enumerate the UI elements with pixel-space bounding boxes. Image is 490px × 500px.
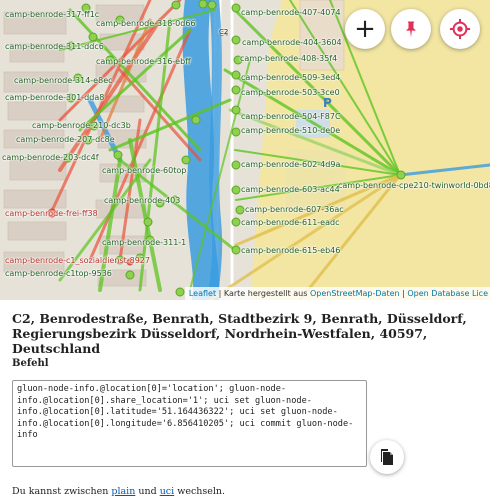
leaflet-link[interactable]: Leaflet xyxy=(189,289,216,298)
map-view[interactable]: C4 P camp-benrode-317-ff1c camp-benrode-… xyxy=(0,0,490,300)
node-label[interactable]: camp-benrode-611-eadc xyxy=(241,218,339,227)
node-label[interactable]: camp-benrode-301-dda8 xyxy=(5,93,104,102)
node-label[interactable]: camp-benrode-316-ebff xyxy=(96,57,191,66)
node-label[interactable]: camp-benrode-203-dc4f xyxy=(2,153,99,162)
uci-link[interactable]: uci xyxy=(160,486,174,497)
node-label[interactable]: camp-benrode-311-1 xyxy=(102,238,186,247)
osm-link[interactable]: OpenStreetMap-Daten xyxy=(310,289,400,298)
plus-icon: + xyxy=(354,14,376,44)
switch-middle: und xyxy=(135,486,160,497)
node-label[interactable]: camp-benrode-60top xyxy=(102,166,186,175)
node-label[interactable]: camp-benrode-c1_sozialdienst-8927 xyxy=(5,256,150,265)
node-label[interactable]: camp-benrode-510-de0e xyxy=(241,126,340,135)
node-label[interactable]: camp-benrode-207-dc8e xyxy=(16,135,115,144)
switch-suffix: wechseln. xyxy=(174,486,226,497)
node-label[interactable]: camp-benrode-404-3604 xyxy=(242,38,342,47)
node-label[interactable]: camp-benrode-403 xyxy=(104,196,180,205)
locate-icon xyxy=(449,18,471,40)
node-label[interactable]: camp-benrode-607-36ac xyxy=(245,205,344,214)
node-label[interactable]: camp-benrode-c1top-9536 xyxy=(5,269,112,278)
node-label[interactable]: camp-benrode-503-3ce0 xyxy=(241,88,340,97)
switch-prefix: Du kannst zwischen xyxy=(12,486,112,497)
node-label[interactable]: camp-benrode-408-35f4 xyxy=(240,54,337,63)
node-label[interactable]: camp-benrode-504-F87C xyxy=(241,112,341,121)
node-label[interactable]: camp-benrode-615-eb46 xyxy=(241,246,340,255)
node-label[interactable]: camp-benrode-210-dc3b xyxy=(32,121,131,130)
node-label[interactable]: camp-benrode-311-ddc6 xyxy=(5,42,104,51)
command-heading: Befehl xyxy=(12,358,49,369)
zoom-in-button[interactable]: + xyxy=(345,9,385,49)
parking-label: P xyxy=(323,96,332,110)
copy-button[interactable] xyxy=(370,440,404,474)
street-label-c2: C2 xyxy=(219,28,229,36)
node-label[interactable]: camp-benrode-602-4d9a xyxy=(241,160,340,169)
pin-button[interactable] xyxy=(391,9,431,49)
node-label[interactable]: camp-benrode-frei-ff38 xyxy=(5,209,98,218)
address-heading: C2, Benrodestraße, Benrath, Stadtbezirk … xyxy=(12,311,467,356)
pin-icon xyxy=(406,21,416,38)
map-attribution: Leaflet | Karte hergestellt aus OpenStre… xyxy=(184,287,490,300)
odbl-link[interactable]: Open Database Lice xyxy=(407,289,488,298)
attribution-separator: | Karte hergestellt aus xyxy=(216,289,310,298)
node-label[interactable]: camp-benrode-cpe210-twinworld-0bd8 xyxy=(338,181,490,190)
node-label[interactable]: camp-benrode-603-ac44 xyxy=(241,185,340,194)
command-textarea[interactable]: gluon-node-info.@location[0]='location';… xyxy=(12,380,367,467)
node-label[interactable]: camp-benrode-314-e8ec xyxy=(14,76,113,85)
node-label[interactable]: camp-benrode-318-0d66 xyxy=(96,19,196,28)
plain-link[interactable]: plain xyxy=(111,486,135,497)
locate-button[interactable] xyxy=(440,9,480,49)
node-label[interactable]: camp-benrode-317-ff1c xyxy=(5,10,99,19)
node-label[interactable]: camp-benrode-509-3ed4 xyxy=(241,73,340,82)
node-label[interactable]: camp-benrode-407-4074 xyxy=(241,8,341,17)
copy-icon xyxy=(381,449,393,465)
format-switch-line: Du kannst zwischen plain und uci wechsel… xyxy=(12,486,225,497)
